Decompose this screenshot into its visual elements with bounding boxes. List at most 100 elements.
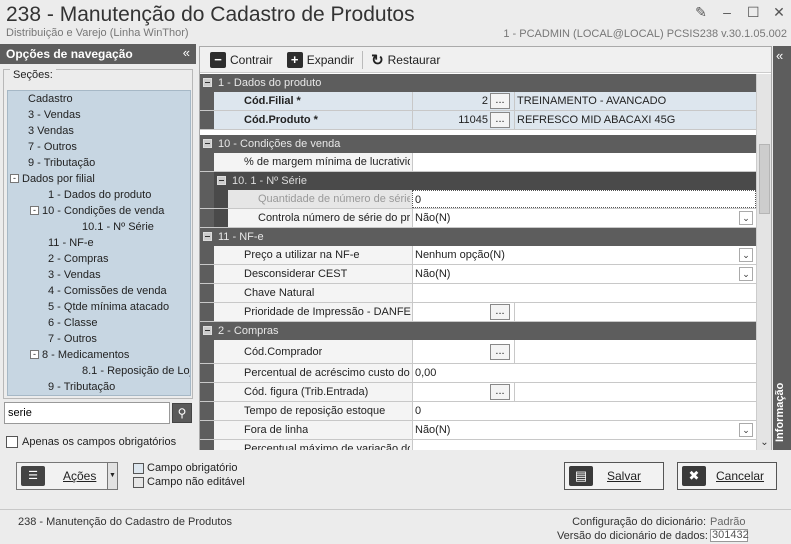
navigation-header: Opções de navegação « bbox=[0, 44, 196, 64]
sections-tree: Cadastro 3 - Vendas 3 Vendas 7 - Outros 9 - … bbox=[7, 90, 191, 396]
chave-natural-input[interactable] bbox=[412, 284, 756, 302]
row-qtd-serie: Quantidade de número de série 0 bbox=[200, 190, 756, 209]
expand-button[interactable]: + Expandir bbox=[281, 49, 360, 71]
expand-panel-icon[interactable]: « bbox=[776, 48, 783, 63]
collapse-button[interactable]: − Contrair bbox=[204, 49, 279, 71]
chevron-down-icon[interactable]: ⌄ bbox=[739, 423, 753, 437]
row-reposicao: Tempo de reposição estoque 0 bbox=[200, 402, 756, 421]
scrollbar-thumb[interactable] bbox=[759, 144, 770, 214]
prioridade-danfe-lookup-button[interactable]: ... bbox=[490, 304, 510, 320]
readonly-swatch bbox=[133, 476, 144, 488]
cancel-icon: ✖ bbox=[682, 466, 706, 486]
navigation-header-label: Opções de navegação bbox=[6, 47, 133, 61]
grid-scrollbar[interactable]: ⌄ bbox=[756, 74, 771, 450]
group-compras[interactable]: 2 - Compras bbox=[200, 322, 756, 340]
nav-tree-item[interactable]: 8.1 - Reposição de Lojas bbox=[8, 363, 190, 379]
group-condicoes-venda[interactable]: 10 - Condições de venda bbox=[200, 135, 756, 153]
edit-icon[interactable]: ✎ bbox=[695, 4, 707, 21]
margem-input[interactable] bbox=[412, 153, 756, 171]
row-label: Preço a utilizar na NF-e bbox=[244, 249, 360, 261]
cod-filial-lookup-button[interactable]: ... bbox=[490, 93, 510, 109]
nav-tree-item[interactable]: 3 - Vendas bbox=[8, 107, 190, 123]
qtd-serie-input[interactable]: 0 bbox=[412, 190, 756, 208]
row-prioridade-danfe: Prioridade de Impressão - DANFE ... bbox=[200, 303, 756, 322]
tree-expander-icon[interactable]: - bbox=[30, 350, 39, 359]
system-info: 1 - PCADMIN (LOCAL@LOCAL) PCSIS238 v.30.… bbox=[503, 28, 787, 40]
group-dados-produto[interactable]: 1 - Dados do produto bbox=[200, 74, 756, 92]
cod-figura-lookup-button[interactable]: ... bbox=[490, 384, 510, 400]
tree-expander-icon[interactable]: - bbox=[10, 174, 19, 183]
acrescimo-input[interactable]: 0,00 bbox=[412, 364, 756, 382]
collapse-toggle-icon[interactable] bbox=[203, 326, 212, 335]
section-search-input[interactable] bbox=[4, 402, 170, 424]
fora-linha-select[interactable]: Não(N) bbox=[412, 421, 756, 439]
information-tab-label: Informação bbox=[774, 382, 786, 442]
nav-tree-item[interactable]: 11 - NF-e bbox=[8, 235, 190, 251]
cancel-button[interactable]: ✖ Cancelar bbox=[677, 462, 777, 490]
row-label: Controla número de série do produto bbox=[258, 212, 410, 224]
chevron-down-icon[interactable]: ⌄ bbox=[739, 267, 753, 281]
sections-box: Seções: Cadastro 3 - Vendas 3 Vendas 7 - Ou… bbox=[3, 69, 193, 399]
chevron-down-icon[interactable]: ▼ bbox=[107, 463, 117, 489]
close-icon[interactable]: ✕ bbox=[773, 4, 785, 21]
row-label: Cód.Comprador bbox=[244, 346, 323, 358]
navigation-panel: Opções de navegação « Seções: Cadastro 3 … bbox=[0, 44, 196, 454]
row-label: Quantidade de número de série bbox=[258, 193, 410, 205]
restore-button[interactable]: ↻ Restaurar bbox=[365, 49, 446, 71]
comprador-lookup-button[interactable]: ... bbox=[490, 344, 510, 360]
nav-tree-item[interactable]: 10.1 - Nº Série bbox=[8, 219, 190, 235]
cod-produto-lookup-button[interactable]: ... bbox=[490, 112, 510, 128]
only-required-checkbox[interactable]: Apenas os campos obrigatórios bbox=[6, 436, 176, 448]
row-acrescimo: Percentual de acréscimo custo do produto… bbox=[200, 364, 756, 383]
nav-tree-item[interactable]: - Dados por filial bbox=[8, 171, 190, 187]
nav-tree-item[interactable]: 9 - Tributação bbox=[8, 155, 190, 171]
nav-tree-item-label: 10.1 - Nº Série bbox=[82, 221, 154, 233]
nav-tree-item[interactable]: 9 - Tributação bbox=[8, 379, 190, 395]
nav-tree-item[interactable]: 3 Vendas bbox=[8, 123, 190, 139]
nav-tree-item[interactable]: 7 - Outros bbox=[8, 139, 190, 155]
nav-tree-item[interactable]: 2 - Compras bbox=[8, 251, 190, 267]
nav-tree-item-label: 6 - Classe bbox=[48, 317, 98, 329]
nav-tree-item-label: Dados por filial bbox=[22, 173, 95, 185]
cest-select[interactable]: Não(N) bbox=[412, 265, 756, 283]
search-icon[interactable]: ⚲ bbox=[172, 403, 192, 423]
nav-tree-item[interactable]: 1 - Dados do produto bbox=[8, 187, 190, 203]
variacao-input[interactable] bbox=[412, 440, 756, 450]
grid-toolbar: − Contrair + Expandir ↻ Restaurar bbox=[200, 47, 771, 73]
group-title: 11 - NF-e bbox=[218, 231, 264, 243]
dict-version-label: Versão do dicionário de dados: bbox=[556, 530, 708, 542]
tree-expander-icon[interactable]: - bbox=[30, 206, 39, 215]
chevron-down-icon[interactable]: ⌄ bbox=[739, 248, 753, 262]
information-tab[interactable]: « Informação bbox=[773, 46, 791, 450]
actions-button[interactable]: ☰ Ações ▼ bbox=[16, 462, 118, 490]
save-button[interactable]: ▤ Salvar bbox=[564, 462, 664, 490]
group-nfe[interactable]: 11 - NF-e bbox=[200, 228, 756, 246]
collapse-toggle-icon[interactable] bbox=[217, 176, 226, 185]
maximize-icon[interactable]: ☐ bbox=[747, 4, 760, 21]
restore-label: Restaurar bbox=[387, 52, 441, 67]
nav-tree-item[interactable]: 3 - Vendas bbox=[8, 267, 190, 283]
controla-serie-select[interactable]: Não(N) bbox=[412, 209, 756, 227]
collapse-toggle-icon[interactable] bbox=[203, 78, 212, 87]
chevron-down-icon[interactable]: ⌄ bbox=[757, 437, 772, 448]
nav-tree-item[interactable]: Cadastro bbox=[8, 91, 190, 107]
collapse-panel-icon[interactable]: « bbox=[183, 45, 190, 60]
row-preco-nfe: Preço a utilizar na NF-e Nenhum opção(N)… bbox=[200, 246, 756, 265]
preco-nfe-select[interactable]: Nenhum opção(N) bbox=[412, 246, 756, 264]
nav-tree-item[interactable]: -8 - Medicamentos bbox=[8, 347, 190, 363]
group-title: 10 - Condições de venda bbox=[218, 138, 341, 150]
chevron-down-icon[interactable]: ⌄ bbox=[739, 211, 753, 225]
window-subtitle: Distribuição e Varejo (Linha WinThor) bbox=[6, 27, 189, 39]
nav-tree-item[interactable]: 6 - Classe bbox=[8, 315, 190, 331]
nav-tree-item[interactable]: 5 - Qtde mínima atacado bbox=[8, 299, 190, 315]
reposicao-input[interactable]: 0 bbox=[412, 402, 756, 420]
nav-tree-item[interactable]: -10 - Condições de venda bbox=[8, 203, 190, 219]
group-numero-serie[interactable]: 10. 1 - Nº Série bbox=[214, 172, 756, 190]
nav-tree-item[interactable]: 7 - Outros bbox=[8, 331, 190, 347]
collapse-toggle-icon[interactable] bbox=[203, 139, 212, 148]
minimize-icon[interactable]: – bbox=[721, 4, 733, 21]
checkbox-box[interactable] bbox=[6, 436, 18, 448]
restore-icon: ↻ bbox=[371, 51, 384, 69]
nav-tree-item[interactable]: 4 - Comissões de venda bbox=[8, 283, 190, 299]
collapse-toggle-icon[interactable] bbox=[203, 232, 212, 241]
